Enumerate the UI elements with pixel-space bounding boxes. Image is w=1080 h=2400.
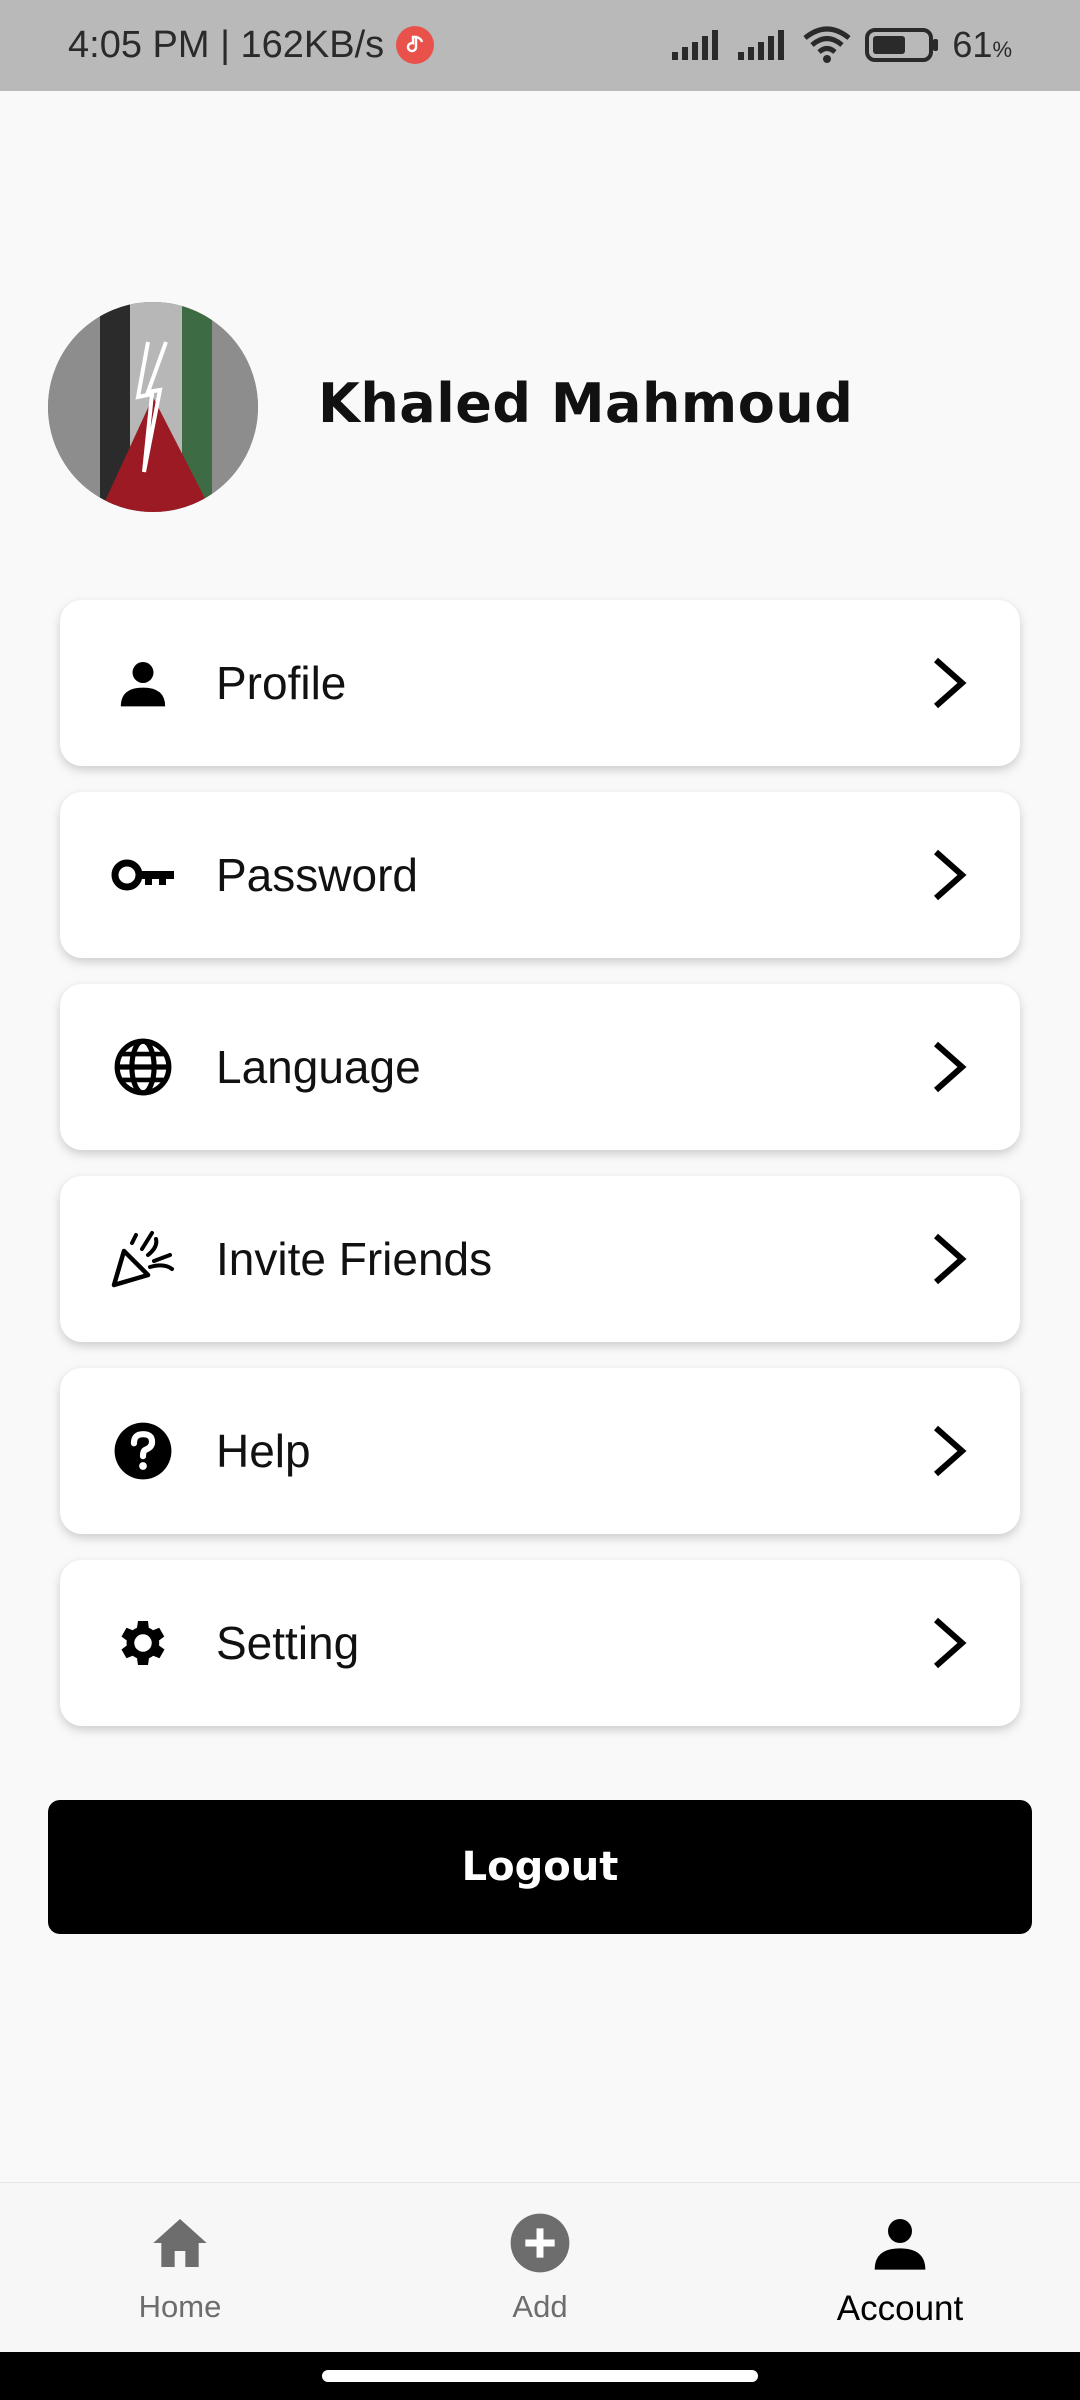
chevron-right-icon <box>934 1041 967 1093</box>
nav-label-account: Account <box>836 2289 964 2328</box>
status-left: 4:05 PM | 162KB/s <box>68 20 435 70</box>
key-icon <box>110 842 176 908</box>
avatar[interactable] <box>48 302 258 512</box>
nav-item-account[interactable]: Account <box>780 2211 1020 2329</box>
battery-percent: 61% <box>952 24 1012 66</box>
menu-list: Profile Password Language Invite Friends… <box>60 600 1020 1752</box>
menu-item-label: Profile <box>216 657 347 709</box>
music-notification-icon <box>396 26 435 64</box>
globe-icon <box>110 1034 176 1100</box>
logout-button[interactable]: Logout <box>48 1800 1032 1934</box>
menu-item-invite-friends[interactable]: Invite Friends <box>60 1176 1020 1342</box>
menu-item-password[interactable]: Password <box>60 792 1020 958</box>
chevron-right-icon <box>934 1617 967 1669</box>
menu-item-label: Invite Friends <box>216 1233 493 1285</box>
gesture-bar[interactable] <box>322 2370 758 2382</box>
menu-item-label: Language <box>216 1041 421 1093</box>
nav-label-add: Add <box>512 2289 568 2324</box>
chevron-right-icon <box>934 1425 967 1477</box>
chevron-right-icon <box>934 657 967 709</box>
nav-item-add[interactable]: Add <box>420 2211 660 2325</box>
nav-label-home: Home <box>138 2289 222 2324</box>
gesture-area <box>0 2352 1080 2400</box>
signal-icon <box>738 30 785 60</box>
menu-item-label: Help <box>216 1425 311 1477</box>
nav-item-home[interactable]: Home <box>60 2211 300 2325</box>
battery-percent-value: 61 <box>952 24 993 65</box>
bottom-nav: Home Add Account <box>0 2182 1080 2353</box>
wifi-icon <box>803 26 851 63</box>
menu-item-setting[interactable]: Setting <box>60 1560 1020 1726</box>
menu-item-profile[interactable]: Profile <box>60 600 1020 766</box>
avatar-image <box>48 302 258 512</box>
home-icon <box>153 2219 207 2267</box>
status-right: 61% <box>670 20 1012 70</box>
menu-item-language[interactable]: Language <box>60 984 1020 1150</box>
menu-item-help[interactable]: Help <box>60 1368 1020 1534</box>
signal-icon <box>672 30 719 60</box>
person-icon <box>110 650 176 716</box>
battery-percent-unit: % <box>992 37 1012 62</box>
gear-icon <box>110 1610 176 1676</box>
add-circle-icon <box>510 2213 570 2273</box>
chevron-right-icon <box>934 1233 967 1285</box>
menu-item-label: Setting <box>216 1617 360 1669</box>
status-time-speed: 4:05 PM | 162KB/s <box>68 23 385 66</box>
status-bar: 4:05 PM | 162KB/s 61% <box>0 0 1080 91</box>
menu-item-label: Password <box>216 849 418 901</box>
help-icon <box>110 1418 176 1484</box>
account-icon <box>874 2219 926 2270</box>
user-name: Khaled Mahmoud <box>318 372 854 435</box>
party-popper-icon <box>110 1226 176 1292</box>
battery-icon <box>865 28 939 62</box>
chevron-right-icon <box>934 849 967 901</box>
